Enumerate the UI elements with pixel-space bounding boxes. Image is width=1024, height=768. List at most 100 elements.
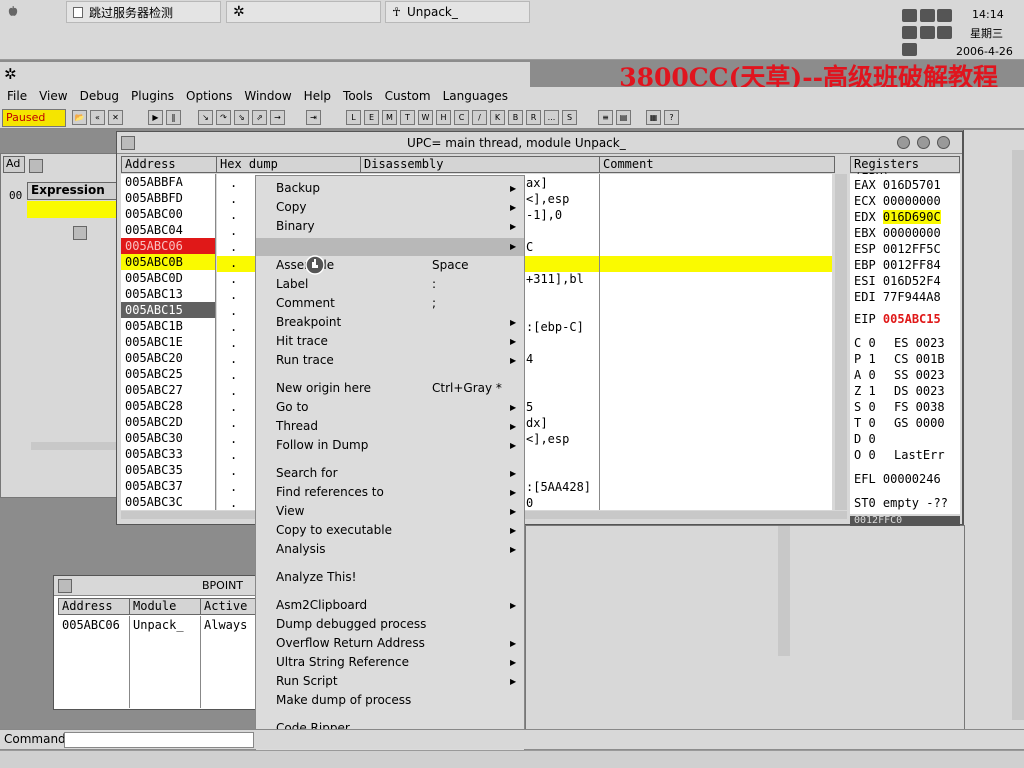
watch-hscroll[interactable]: [31, 442, 116, 450]
address-row[interactable]: 005ABC00: [121, 206, 215, 222]
context-menu-item[interactable]: Breakpoint ▶: [256, 313, 524, 332]
register-row[interactable]: ECX 00000000: [854, 194, 941, 208]
flag-row[interactable]: D 0: [854, 432, 894, 446]
bp-col-active[interactable]: Active: [200, 598, 256, 615]
context-menu-item[interactable]: Comment;: [256, 294, 524, 313]
tb-log-button[interactable]: L: [346, 110, 361, 125]
close-icon[interactable]: [937, 136, 950, 149]
context-menu-item[interactable]: Analysis ▶: [256, 540, 524, 559]
register-row[interactable]: EBX 00000000: [854, 226, 941, 240]
flag-row[interactable]: O 0 LastErr: [854, 448, 945, 462]
menu-window[interactable]: Window: [239, 87, 298, 107]
context-menu-item[interactable]: Run Script ▶: [256, 672, 524, 691]
tb-windows-button[interactable]: W: [418, 110, 433, 125]
bp-col-module[interactable]: Module: [129, 598, 201, 615]
col-registers[interactable]: Registers (FPU): [850, 156, 960, 185]
cpu-vscroll[interactable]: [835, 174, 847, 510]
tray-lock-icon[interactable]: [920, 9, 935, 22]
address-row[interactable]: 005ABC25: [121, 366, 215, 382]
menu-options[interactable]: Options: [181, 87, 239, 107]
task-olly[interactable]: ✲: [226, 1, 381, 23]
address-row[interactable]: 005ABBFD: [121, 190, 215, 206]
register-row[interactable]: EDI 77F944A8: [854, 290, 941, 304]
watch-selected-row[interactable]: [27, 201, 117, 218]
address-row[interactable]: 005ABC37: [121, 478, 215, 494]
task-skip-server-check[interactable]: 跳过服务器检测: [66, 1, 221, 23]
close-process-icon[interactable]: ✕: [108, 110, 123, 125]
tb-patches-button[interactable]: /: [472, 110, 487, 125]
context-menu-item[interactable]: Copy ▶: [256, 198, 524, 217]
trace-over-icon[interactable]: ⇗: [252, 110, 267, 125]
address-row[interactable]: 005ABC0B: [121, 254, 215, 270]
address-row[interactable]: 005ABC33: [121, 446, 215, 462]
address-row[interactable]: 005ABC04: [121, 222, 215, 238]
address-row[interactable]: 005ABC35: [121, 462, 215, 478]
context-menu-item[interactable]: Follow in Dump ▶: [256, 436, 524, 455]
register-row[interactable]: EDX 016D690C: [854, 210, 941, 224]
address-row[interactable]: 005ABC28: [121, 398, 215, 414]
tb-runtrace-button[interactable]: ...: [544, 110, 559, 125]
help-icon[interactable]: ?: [664, 110, 679, 125]
tb-cpu-button[interactable]: C: [454, 110, 469, 125]
menu-custom[interactable]: Custom: [380, 87, 438, 107]
tb-breakpoints-button[interactable]: B: [508, 110, 523, 125]
step-into-icon[interactable]: ↘: [198, 110, 213, 125]
minimize-icon[interactable]: [897, 136, 910, 149]
tray-network-icon[interactable]: [902, 26, 917, 39]
st0-row[interactable]: ST0 empty -??: [854, 496, 948, 510]
col-comment[interactable]: Comment: [599, 156, 835, 173]
apple-menu-icon[interactable]: [2, 1, 18, 23]
tray-monitor-icon[interactable]: [937, 9, 952, 22]
address-row[interactable]: 005ABC06: [121, 238, 215, 254]
menu-languages[interactable]: Languages: [438, 87, 515, 107]
tb-source-button[interactable]: S: [562, 110, 577, 125]
context-menu-item[interactable]: Search for ▶: [256, 464, 524, 483]
register-row[interactable]: EAX 016D5701: [854, 178, 941, 192]
context-menu-item[interactable]: Asm2Clipboard ▶: [256, 596, 524, 615]
flag-row[interactable]: Z 1 DS 0023: [854, 384, 945, 398]
tb-threads-button[interactable]: T: [400, 110, 415, 125]
tb-references-button[interactable]: R: [526, 110, 541, 125]
run-icon[interactable]: ▶: [148, 110, 163, 125]
context-menu-item[interactable]: Dump debugged process: [256, 615, 524, 634]
task-unpack[interactable]: ☥ Unpack_: [385, 1, 530, 23]
register-row[interactable]: ESI 016D52F4: [854, 274, 941, 288]
address-row[interactable]: 005ABC1E: [121, 334, 215, 350]
context-menu-item[interactable]: Backup ▶: [256, 179, 524, 198]
address-row[interactable]: 005ABC2D: [121, 414, 215, 430]
address-row[interactable]: 005ABC20: [121, 350, 215, 366]
tray-tool-icon[interactable]: [902, 9, 917, 22]
menu-debug[interactable]: Debug: [75, 87, 126, 107]
appearance-icon[interactable]: ≡: [598, 110, 613, 125]
context-menu-item[interactable]: Run trace ▶: [256, 351, 524, 370]
menu-view[interactable]: View: [34, 87, 74, 107]
tb-memory-button[interactable]: M: [382, 110, 397, 125]
context-menu-item[interactable]: Analyze This!: [256, 568, 524, 587]
address-row[interactable]: 005ABC30: [121, 430, 215, 446]
address-row[interactable]: 005ABC3C: [121, 494, 215, 510]
context-menu-item[interactable]: Label:: [256, 275, 524, 294]
tb-modules-button[interactable]: E: [364, 110, 379, 125]
maximize-icon[interactable]: [917, 136, 930, 149]
context-menu-item[interactable]: Ultra String Reference ▶: [256, 653, 524, 672]
register-row[interactable]: ESP 0012FF5C: [854, 242, 941, 256]
eip-row[interactable]: EIP 005ABC15: [854, 312, 941, 326]
trace-into-icon[interactable]: ⇘: [234, 110, 249, 125]
context-menu-item[interactable]: Hit trace ▶: [256, 332, 524, 351]
open-icon[interactable]: 📂: [72, 110, 87, 125]
options-icon[interactable]: ▤: [616, 110, 631, 125]
register-row[interactable]: EBP 0012FF84: [854, 258, 941, 272]
window-menu-icon[interactable]: [29, 159, 43, 173]
context-menu-item[interactable]: New origin here Ctrl+Gray *: [256, 379, 524, 398]
cpu-window-menu-icon[interactable]: [121, 136, 135, 150]
context-menu-item[interactable]: Binary ▶: [256, 217, 524, 236]
menu-help[interactable]: Help: [299, 87, 338, 107]
efl-row[interactable]: EFL 00000246: [854, 472, 941, 486]
tb-handles-button[interactable]: H: [436, 110, 451, 125]
bp-col-address[interactable]: Address: [58, 598, 130, 615]
bp-row-address[interactable]: 005ABC06: [62, 618, 120, 632]
tb-callstack-button[interactable]: K: [490, 110, 505, 125]
goto-icon[interactable]: ⇥: [306, 110, 321, 125]
address-row[interactable]: 005ABC0D: [121, 270, 215, 286]
context-menu-item[interactable]: Find references to ▶: [256, 483, 524, 502]
